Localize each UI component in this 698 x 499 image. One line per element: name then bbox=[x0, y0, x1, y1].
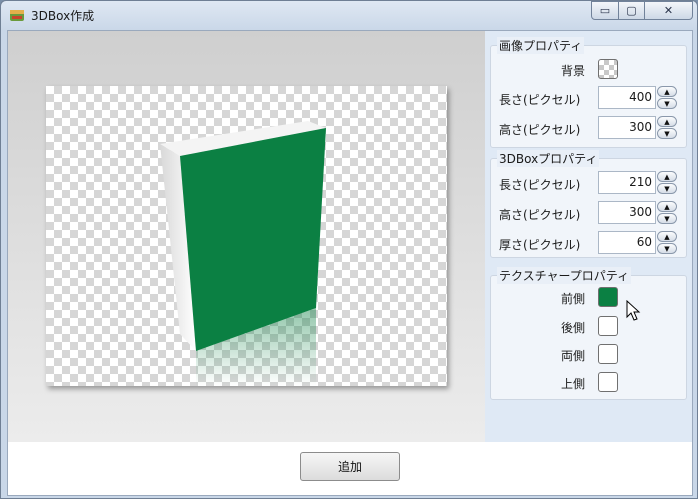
box-height-input[interactable]: 300 bbox=[598, 201, 656, 224]
mouse-cursor-icon bbox=[626, 300, 641, 321]
box-height-down-button[interactable]: ▼ bbox=[657, 213, 677, 224]
title-bar[interactable]: 3DBox作成 ▭ ▢ ✕ bbox=[1, 1, 697, 29]
add-button[interactable]: 追加 bbox=[300, 452, 400, 481]
image-length-input[interactable]: 400 bbox=[598, 86, 656, 109]
background-label: 背景 bbox=[561, 64, 586, 78]
image-properties-title: 画像プロパティ bbox=[497, 37, 585, 54]
box-properties-title: 3DBoxプロパティ bbox=[497, 150, 600, 167]
top-label: 上側 bbox=[561, 377, 586, 391]
box-thickness-input[interactable]: 60 bbox=[598, 231, 656, 254]
spin-up-icon: ▲ bbox=[664, 172, 670, 181]
spin-down-icon: ▼ bbox=[664, 129, 670, 138]
box-properties-group: 3DBoxプロパティ 長さ(ピクセル) 210 ▲ ▼ 高さ(ピクセル) 300… bbox=[490, 150, 687, 258]
box-height-label: 高さ(ピクセル) bbox=[499, 208, 581, 222]
spin-down-icon: ▼ bbox=[664, 214, 670, 223]
close-button[interactable]: ✕ bbox=[644, 1, 693, 20]
app-icon bbox=[10, 10, 24, 21]
box-length-input[interactable]: 210 bbox=[598, 171, 656, 194]
preview-canvas bbox=[46, 86, 447, 386]
window-title: 3DBox作成 bbox=[31, 9, 95, 23]
image-height-down-button[interactable]: ▼ bbox=[657, 128, 677, 139]
spin-up-icon: ▲ bbox=[664, 87, 670, 96]
maximize-icon: ▢ bbox=[626, 4, 637, 17]
back-label: 後側 bbox=[561, 321, 586, 335]
box-length-label: 長さ(ピクセル) bbox=[499, 178, 581, 192]
client-area: 画像プロパティ 背景 長さ(ピクセル) 400 ▲ ▼ 高さ(ピクセル) 300… bbox=[7, 30, 693, 496]
image-length-label: 長さ(ピクセル) bbox=[499, 93, 581, 107]
box-length-down-button[interactable]: ▼ bbox=[657, 183, 677, 194]
close-icon: ✕ bbox=[663, 4, 674, 17]
preview-pane bbox=[8, 31, 485, 442]
image-properties-group: 画像プロパティ 背景 長さ(ピクセル) 400 ▲ ▼ 高さ(ピクセル) 300… bbox=[490, 37, 687, 148]
box-length-stepper: ▲ ▼ bbox=[657, 171, 677, 194]
image-length-down-button[interactable]: ▼ bbox=[657, 98, 677, 109]
image-height-up-button[interactable]: ▲ bbox=[657, 116, 677, 127]
box-height-stepper: ▲ ▼ bbox=[657, 201, 677, 224]
background-swatch[interactable] bbox=[598, 59, 618, 79]
box-thickness-down-button[interactable]: ▼ bbox=[657, 243, 677, 254]
footer-bar: 追加 bbox=[8, 442, 692, 495]
front-label: 前側 bbox=[561, 292, 586, 306]
app-window: 3DBox作成 ▭ ▢ ✕ 画像プロパティ 背景 長さ(ピクセル) 400 ▲ … bbox=[0, 0, 698, 499]
image-height-stepper: ▲ ▼ bbox=[657, 116, 677, 139]
image-length-stepper: ▲ ▼ bbox=[657, 86, 677, 109]
image-height-label: 高さ(ピクセル) bbox=[499, 123, 581, 137]
sides-texture-swatch[interactable] bbox=[598, 344, 618, 364]
box-thickness-up-button[interactable]: ▲ bbox=[657, 231, 677, 242]
texture-properties-title: テクスチャープロパティ bbox=[497, 267, 632, 284]
back-texture-swatch[interactable] bbox=[598, 316, 618, 336]
texture-properties-group: テクスチャープロパティ 前側 後側 両側 上側 bbox=[490, 267, 687, 400]
minimize-icon: ▭ bbox=[599, 4, 611, 17]
spin-down-icon: ▼ bbox=[664, 184, 670, 193]
top-texture-swatch[interactable] bbox=[598, 372, 618, 392]
spin-up-icon: ▲ bbox=[664, 202, 670, 211]
box-length-up-button[interactable]: ▲ bbox=[657, 171, 677, 182]
sides-label: 両側 bbox=[561, 349, 586, 363]
properties-pane: 画像プロパティ 背景 長さ(ピクセル) 400 ▲ ▼ 高さ(ピクセル) 300… bbox=[485, 31, 692, 442]
front-texture-swatch[interactable] bbox=[598, 287, 618, 307]
spin-up-icon: ▲ bbox=[664, 117, 670, 126]
spin-up-icon: ▲ bbox=[664, 232, 670, 241]
box-thickness-stepper: ▲ ▼ bbox=[657, 231, 677, 254]
maximize-button[interactable]: ▢ bbox=[618, 1, 645, 20]
image-height-input[interactable]: 300 bbox=[598, 116, 656, 139]
image-length-up-button[interactable]: ▲ bbox=[657, 86, 677, 97]
box-height-up-button[interactable]: ▲ bbox=[657, 201, 677, 212]
box-thickness-label: 厚さ(ピクセル) bbox=[499, 238, 581, 252]
spin-down-icon: ▼ bbox=[664, 244, 670, 253]
minimize-button[interactable]: ▭ bbox=[591, 1, 619, 20]
box-preview bbox=[160, 121, 326, 386]
spin-down-icon: ▼ bbox=[664, 99, 670, 108]
